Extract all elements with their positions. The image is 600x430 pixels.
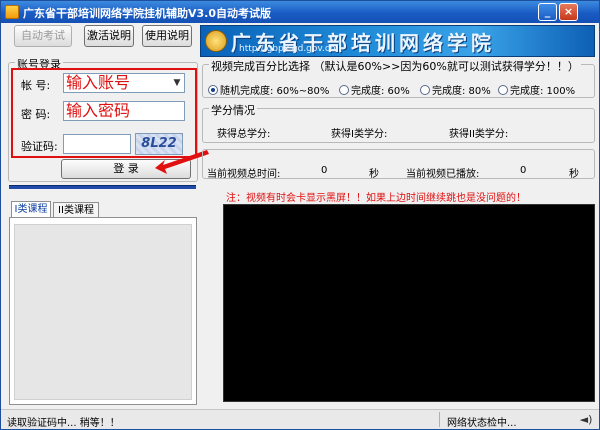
total-time-unit: 秒 — [369, 169, 379, 180]
played-label: 当前视频已播放: — [406, 169, 480, 180]
option-random[interactable]: 随机完成度: 60%~80% — [208, 82, 329, 97]
app-icon — [5, 5, 19, 19]
minimize-button[interactable]: _ — [538, 3, 557, 21]
password-value: 输入密码 — [66, 101, 131, 120]
account-combo[interactable]: 输入账号 ▼ — [63, 73, 185, 93]
course-list-panel — [9, 217, 197, 405]
total-time-label: 当前视频总时间: — [207, 169, 281, 180]
option-60[interactable]: 完成度: 60% — [339, 82, 410, 97]
status-right: 网络状态检中... — [447, 418, 517, 429]
status-bar: 读取验证码中... 稍等！！ 网络状态检中... ◄) — [1, 409, 599, 429]
video-player[interactable] — [223, 204, 595, 402]
completion-group-title: 视频完成百分比选择 （默认是60%>>因为60%就可以测试获得学分！！） — [209, 58, 581, 74]
option-80[interactable]: 完成度: 80% — [420, 82, 491, 97]
close-button[interactable]: × — [559, 3, 578, 21]
radio-off-icon[interactable] — [339, 85, 349, 95]
usage-help-button[interactable]: 使用说明 — [142, 25, 192, 47]
radio-off-icon[interactable] — [498, 85, 508, 95]
total-time-value: 0 — [321, 165, 328, 176]
class2-credit-label: 获得II类学分: — [449, 129, 509, 140]
class1-credit-label: 获得I类学分: — [331, 129, 388, 140]
total-credit-label: 获得总学分: — [217, 129, 271, 140]
option-80-label: 完成度: 80% — [432, 86, 491, 97]
banner: 广东省干部培训网络学院 http://gbpx.gd.gov.cn — [200, 25, 595, 57]
course-list[interactable] — [14, 224, 192, 400]
main-window: 广东省干部培训网络学院挂机辅助V3.0自动考试版 _ × 自动考试 激活说明 使… — [0, 0, 600, 430]
password-field[interactable]: 输入密码 — [63, 101, 185, 121]
credit-group-title: 学分情况 — [209, 102, 257, 118]
option-random-label: 随机完成度: 60%~80% — [220, 86, 330, 97]
notice-text: 注：视频有时会卡显示黑屏！！如果上边时间继续跳也是没问题的！ — [226, 193, 526, 204]
title-bar[interactable]: 广东省干部培训网络学院挂机辅助V3.0自动考试版 _ × — [1, 1, 599, 23]
banner-url: http://gbpx.gd.gov.cn — [239, 44, 336, 54]
account-value: 输入账号 — [66, 73, 131, 92]
account-label: 帐 号: — [21, 79, 51, 92]
option-100[interactable]: 完成度: 100% — [498, 82, 575, 97]
option-60-label: 完成度: 60% — [351, 86, 410, 97]
password-label: 密 码: — [21, 108, 51, 121]
activate-help-button[interactable]: 激活说明 — [84, 25, 134, 47]
speaker-icon[interactable]: ◄) — [579, 413, 593, 427]
option-100-label: 完成度: 100% — [510, 86, 576, 97]
radio-off-icon[interactable] — [420, 85, 430, 95]
played-value: 0 — [520, 165, 527, 176]
auto-exam-button[interactable]: 自动考试 — [14, 25, 72, 47]
captcha-input[interactable] — [63, 134, 131, 154]
played-unit: 秒 — [569, 169, 579, 180]
window-title: 广东省干部培训网络学院挂机辅助V3.0自动考试版 — [23, 7, 271, 20]
chevron-down-icon[interactable]: ▼ — [170, 74, 184, 92]
emblem-icon — [205, 30, 227, 52]
captcha-label: 验证码: — [21, 140, 58, 153]
progress-strip — [9, 185, 196, 189]
radio-on-icon[interactable] — [208, 85, 218, 95]
status-left: 读取验证码中... 稍等！！ — [7, 418, 120, 429]
status-separator — [439, 412, 440, 427]
